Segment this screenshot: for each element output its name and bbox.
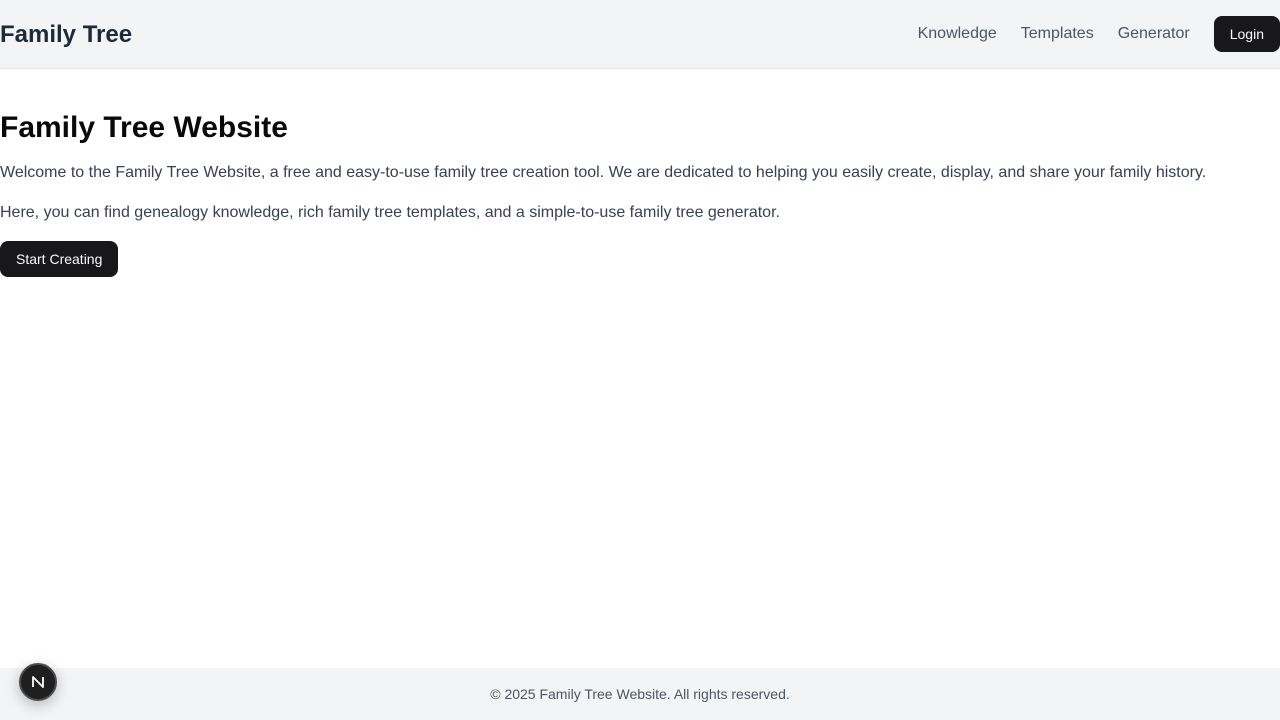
start-creating-button[interactable]: Start Creating [0,241,119,277]
copyright-text: © 2025 Family Tree Website. All rights r… [490,686,790,702]
hero-section: Family Tree Website Welcome to the Famil… [0,110,1280,277]
login-button[interactable]: Login [1213,16,1280,52]
nav-link-templates[interactable]: Templates [1021,24,1094,44]
site-footer: © 2025 Family Tree Website. All rights r… [0,668,1280,720]
brand-logo-link[interactable]: Family Tree [0,20,132,50]
nextjs-dev-badge[interactable] [19,663,57,701]
page-title: Family Tree Website [0,111,288,144]
intro-paragraph: Welcome to the Family Tree Website, a fr… [0,164,1207,181]
site-header: Family Tree Knowledge Templates Generato… [0,0,1280,69]
nav-link-generator[interactable]: Generator [1118,24,1190,44]
main-nav: Knowledge Templates Generator Login [918,16,1280,52]
nextjs-logo-icon [32,676,44,688]
features-paragraph: Here, you can find genealogy knowledge, … [0,204,780,221]
nav-link-knowledge[interactable]: Knowledge [918,24,997,44]
